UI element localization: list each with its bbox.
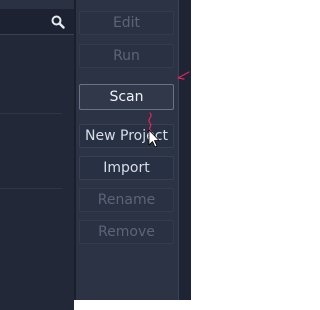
remove-button[interactable]: Remove — [79, 220, 174, 244]
run-button[interactable]: Run — [79, 44, 174, 68]
search-icon[interactable] — [51, 14, 65, 29]
scan-button[interactable]: Scan — [79, 84, 174, 110]
project-list[interactable] — [0, 9, 74, 310]
new-project-button[interactable]: New Project — [79, 124, 174, 148]
project-manager-window: Edit Run Scan New Project Import Rename … — [0, 0, 191, 310]
window-edge — [178, 0, 191, 300]
import-button[interactable]: Import — [79, 156, 174, 180]
list-divider — [0, 113, 62, 114]
list-divider — [0, 188, 62, 189]
rename-button[interactable]: Rename — [79, 188, 174, 212]
edit-button[interactable]: Edit — [79, 11, 174, 35]
